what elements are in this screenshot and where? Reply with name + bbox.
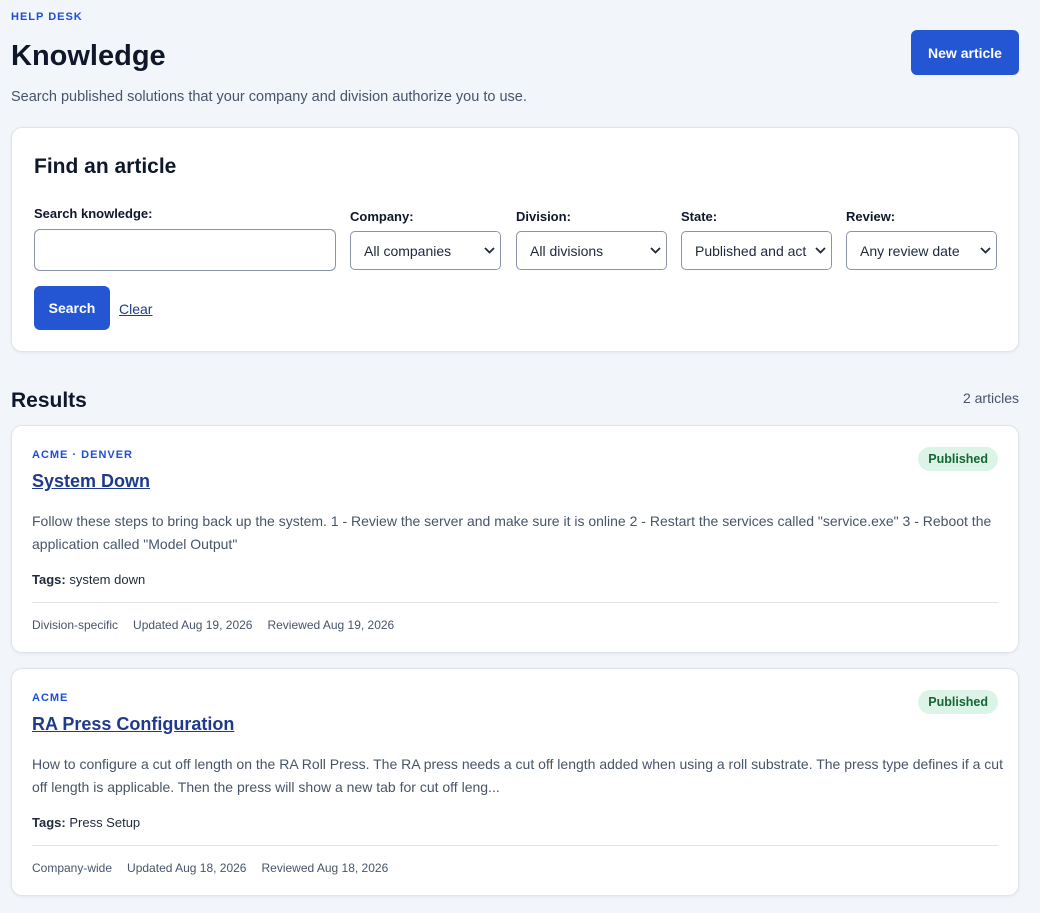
results-title: Results — [11, 389, 87, 412]
article-updated: Updated Aug 18, 2026 — [127, 861, 247, 875]
article-updated: Updated Aug 19, 2026 — [133, 618, 253, 632]
article-tags: Tags: Press Setup — [32, 815, 140, 830]
search-label: Search knowledge: — [34, 206, 153, 221]
find-article-panel: Find an article Search knowledge: Compan… — [11, 127, 1019, 352]
article-org: ACME · DENVER — [32, 449, 134, 461]
article-divider — [32, 845, 998, 846]
search-button[interactable]: Search — [34, 286, 110, 330]
chevron-down-icon — [974, 232, 996, 269]
state-select-value: Published and act — [695, 242, 807, 259]
article-card: ACME · DENVER System Down Published Foll… — [11, 425, 1019, 653]
review-select-value: Any review date — [860, 242, 960, 259]
article-meta: Company-wide Updated Aug 18, 2026 Review… — [32, 861, 388, 875]
page-title: Knowledge — [11, 40, 166, 72]
article-summary: Follow these steps to bring back up the … — [32, 513, 992, 552]
article-org: ACME — [32, 692, 69, 704]
article-summary: How to configure a cut off length on the… — [32, 756, 1003, 795]
chevron-down-icon — [478, 232, 500, 269]
page-subtitle: Search published solutions that your com… — [11, 89, 527, 105]
company-label: Company: — [350, 209, 414, 224]
state-select[interactable]: Published and act — [681, 231, 832, 270]
status-badge: Published — [918, 447, 998, 471]
article-tags: Tags: system down — [32, 572, 145, 587]
division-select-value: All divisions — [530, 242, 604, 259]
article-title-link[interactable]: System Down — [32, 471, 150, 492]
state-label: State: — [681, 209, 718, 224]
review-label: Review: — [846, 209, 896, 224]
review-select[interactable]: Any review date — [846, 231, 997, 270]
tags-value: Press Setup — [69, 815, 141, 830]
company-select[interactable]: All companies — [350, 231, 501, 270]
article-reviewed: Reviewed Aug 19, 2026 — [267, 618, 395, 632]
chevron-down-icon — [644, 232, 666, 269]
division-select[interactable]: All divisions — [516, 231, 667, 270]
status-badge: Published — [918, 690, 998, 714]
find-title: Find an article — [34, 155, 177, 178]
article-divider — [32, 602, 998, 603]
eyebrow: HELP DESK — [11, 11, 83, 23]
article-title-link[interactable]: RA Press Configuration — [32, 714, 234, 735]
chevron-down-icon — [809, 232, 831, 269]
search-input[interactable] — [34, 229, 336, 271]
results-count: 2 articles — [962, 390, 1019, 406]
tags-label: Tags: — [32, 815, 66, 830]
article-reviewed: Reviewed Aug 18, 2026 — [261, 861, 389, 875]
company-select-value: All companies — [364, 242, 452, 259]
new-article-button[interactable]: New article — [911, 30, 1019, 75]
article-card: ACME RA Press Configuration Published Ho… — [11, 668, 1019, 896]
article-meta: Division-specific Updated Aug 19, 2026 R… — [32, 618, 394, 632]
division-label: Division: — [516, 209, 571, 224]
tags-label: Tags: — [32, 572, 66, 587]
article-scope: Company-wide — [32, 861, 113, 875]
clear-link[interactable]: Clear — [119, 301, 152, 317]
tags-value: system down — [69, 572, 146, 587]
article-scope: Division-specific — [32, 618, 119, 632]
